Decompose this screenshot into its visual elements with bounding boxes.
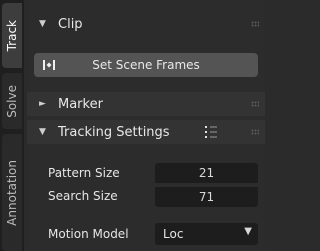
motion-model-dropdown[interactable]: Loc ▼	[155, 223, 258, 245]
chevron-down-icon: ▼	[244, 226, 252, 237]
tab-track[interactable]: Track	[2, 3, 22, 68]
search-size-label: Search Size	[48, 189, 118, 203]
tab-annotation[interactable]: Annotation	[2, 134, 22, 251]
motion-model-row: Motion Model Loc ▼	[48, 222, 265, 246]
search-size-row: Search Size 71	[48, 185, 265, 207]
sidebar-panel: ▼ Clip Set Scene Frames ► Marker ▼ Track…	[27, 0, 265, 251]
marker-panel-title: Marker	[58, 96, 103, 112]
drag-grip-icon[interactable]	[251, 21, 259, 27]
set-scene-frames-label: Set Scene Frames	[92, 58, 200, 72]
sidebar-tab-bar: Track Solve Annotation	[0, 0, 24, 251]
marker-panel-header[interactable]: ► Marker	[27, 92, 265, 116]
tracking-settings-title: Tracking Settings	[58, 124, 170, 140]
expand-right-icon: ►	[39, 99, 46, 109]
pattern-size-label: Pattern Size	[48, 166, 120, 180]
drag-grip-icon[interactable]	[251, 129, 259, 135]
drag-grip-icon[interactable]	[251, 101, 259, 107]
tracking-settings-panel-header[interactable]: ▼ Tracking Settings	[27, 120, 265, 144]
motion-model-label: Motion Model	[48, 227, 129, 241]
clip-frames-icon	[42, 58, 56, 72]
clip-panel-title: Clip	[58, 16, 83, 32]
clip-panel-header[interactable]: ▼ Clip	[27, 12, 265, 36]
preset-list-icon[interactable]	[204, 124, 220, 140]
expand-down-icon: ▼	[39, 127, 46, 137]
tab-track-label: Track	[5, 19, 19, 52]
set-scene-frames-button[interactable]: Set Scene Frames	[34, 53, 258, 77]
tab-solve[interactable]: Solve	[2, 73, 22, 129]
expand-down-icon: ▼	[39, 19, 46, 29]
pattern-size-row: Pattern Size 21	[48, 162, 265, 184]
tab-annotation-label: Annotation	[5, 159, 19, 226]
pattern-size-field[interactable]: 21	[155, 163, 258, 183]
search-size-field[interactable]: 71	[155, 185, 258, 207]
tab-solve-label: Solve	[5, 84, 19, 118]
motion-model-value: Loc	[163, 227, 184, 241]
